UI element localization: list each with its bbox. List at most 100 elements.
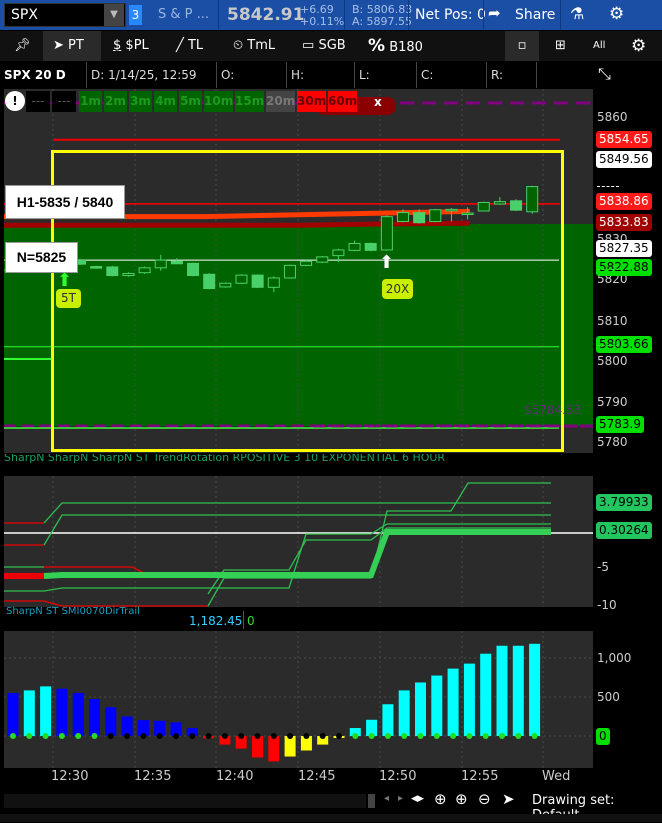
axis-marker [597,132,619,133]
histogram-dot [189,733,196,739]
h1-note[interactable]: H1-5835 / 5840 [5,185,125,219]
sgb-label: SGB [318,38,346,53]
share-icon[interactable]: ➦ [488,4,501,22]
histogram-title: SharpN ST SMI0070DirTrail [6,606,140,617]
price-tick: 5790 [597,395,628,409]
timeframe-2m[interactable]: 2m [104,91,127,112]
histogram-dot [10,733,16,739]
5t-tag: 5T [56,289,81,308]
expand-icon[interactable]: ◂▸ [411,791,424,806]
alert-icon[interactable]: ! [5,91,25,111]
hist-tick: 500 [597,690,620,704]
timeframe-60m[interactable]: 60m [328,91,357,112]
cursor-icon: ➤ [53,38,64,53]
price-tick: 5860 [597,110,628,124]
histogram-dot [499,733,505,739]
sgb-tool[interactable]: ▭ SGB [302,31,346,61]
timeframe-15m[interactable]: 15m [235,91,264,112]
histogram-dot [450,733,457,739]
time-tick: Wed [542,769,571,784]
histogram-dot [466,733,473,739]
histogram-bar [415,682,426,736]
n-note[interactable]: N=5825 [5,242,78,273]
gear-icon[interactable]: ⚙ [609,4,624,24]
hist-tick: 1,000 [597,651,632,665]
pointer-icon[interactable]: ➤ [502,790,515,808]
timeframe-20m[interactable]: 20m [266,91,295,112]
oscillator-title: SharpN SharpN SharpN ST TrendRotation RP… [4,454,593,476]
highlight-box[interactable] [51,150,564,452]
bar-date: D: 1/14/25, 12:59 PM [87,62,217,108]
b180-tool[interactable]: % B180 [368,31,423,61]
chart-title[interactable]: SPX 20 D 1m [0,62,87,108]
histogram-dot [303,733,310,739]
timeframe-4m[interactable]: 4m [154,91,177,112]
empty-slot: --- [26,91,50,112]
histogram-panel[interactable] [4,631,593,768]
histogram-dot [91,733,98,739]
timeline-label: TmL [247,38,276,53]
pl-tool[interactable]: $ $PL [113,31,149,61]
price-tick: 5800 [597,354,628,368]
bar-high: H: 5843.31 [287,62,355,108]
timeframe-1m[interactable]: 1m [79,91,102,112]
timeframe-5m[interactable]: 5m [179,91,202,112]
bar-close: C: 5843.31 [417,62,487,108]
grid-layout-icon[interactable]: ⊞ [555,31,566,61]
all-button[interactable]: All [593,31,605,61]
axis-marker [597,269,619,270]
axis-marker [597,186,619,187]
bar-open: O: 5837.08 [217,62,287,108]
histogram-bar [284,736,296,757]
timeframe-3m[interactable]: 3m [129,91,152,112]
single-layout-icon[interactable]: ▫ [505,31,539,61]
scroll-left-icon[interactable]: ◂ [384,793,389,804]
scroll-right-icon[interactable]: ▸ [398,793,403,804]
price-label: 5827.35 [596,240,652,257]
oscillator-panel[interactable] [4,476,593,607]
histogram-bar [23,690,35,736]
link-group-badge[interactable]: 3 [129,5,142,25]
close-timeframes-icon[interactable]: x [374,95,382,109]
osc-low-label: 0.30264 [596,522,652,539]
symbol-dropdown-icon[interactable]: ▼ [104,4,124,26]
histogram-dot [140,733,147,739]
b180-label: B180 [389,40,423,55]
pin-icon[interactable]: 📌︎ [14,31,31,61]
chart-header: SPX 20 D 1m D: 1/14/25, 12:59 PM O: 5837… [0,62,594,108]
time-tick: 12:40 [216,769,254,784]
timeframe-10m[interactable]: 10m [204,91,233,112]
timeline-tool[interactable]: ⏲ TmL [233,31,275,61]
time-tick: 12:50 [379,769,417,784]
net-position: Net Pos: 0 [415,7,486,23]
rectangle-icon: ▭ [302,38,315,53]
histogram-bar [72,693,84,736]
zoom-out-icon[interactable]: ⊖ [478,790,491,808]
crosshair-icon[interactable]: ⊕ [434,790,447,808]
empty-slot: --- [52,91,76,112]
share-button[interactable]: Share [515,7,555,23]
histogram-dot [287,733,294,739]
price-label: 5854.65 [596,131,652,148]
timeframe-30m[interactable]: 30m [297,91,326,112]
line-icon: ╱ [176,38,184,53]
histogram-dot [515,733,522,739]
scroll-thumb[interactable] [368,794,375,808]
price-label: 5833.83 [596,214,652,231]
trendline-tool[interactable]: ╱ TL [176,31,203,61]
scroll-track[interactable] [4,794,366,808]
flask-icon[interactable]: ⚗ [570,4,584,23]
histogram-bar [40,686,52,736]
osc-high-label: 3.79933 [596,494,652,511]
histogram-bar [382,704,394,736]
osc-tick: -5 [597,560,609,574]
pointer-tool[interactable]: ➤ PT [43,31,101,61]
chart-scrollbar[interactable]: ◂ ▸ ◂▸ ⊕ ⊕ ⊖ ➤ Drawing set: Default [0,790,662,823]
histogram-dot [319,733,326,739]
price-label: 5822.88 [596,259,652,276]
chart-settings-icon[interactable]: ⚙ [631,31,646,61]
histogram-bar [512,645,524,736]
histogram-dot [173,733,179,739]
autoscale-icon[interactable]: ⤡ [598,64,611,84]
zoom-in-icon[interactable]: ⊕ [455,790,468,808]
